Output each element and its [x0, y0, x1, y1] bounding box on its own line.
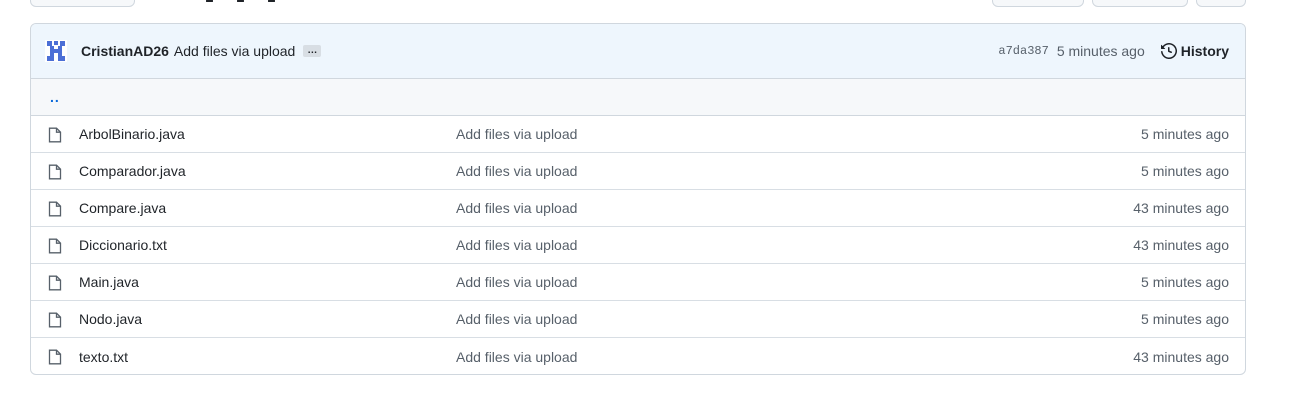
- file-commit-message-link[interactable]: Add files via upload: [456, 163, 577, 179]
- file-icon: [48, 164, 62, 180]
- branch-select-button[interactable]: [30, 0, 135, 7]
- history-icon: [1160, 43, 1177, 59]
- file-commit-time: 43 minutes ago: [1133, 348, 1229, 365]
- file-icon: [48, 238, 62, 254]
- file-commit-message-link[interactable]: Add files via upload: [456, 200, 577, 216]
- file-icon: [48, 349, 62, 365]
- file-commit-message-link[interactable]: Add files via upload: [456, 311, 577, 327]
- avatar[interactable]: [45, 40, 67, 62]
- file-browser: CristianAD26 Add files via upload … a7da…: [30, 23, 1246, 375]
- file-row[interactable]: Comparador.java Add files via upload 5 min…: [31, 153, 1245, 190]
- file-commit-time: 5 minutes ago: [1141, 126, 1229, 142]
- commit-sha-link[interactable]: a7da387: [998, 44, 1048, 58]
- parent-directory-row[interactable]: ..: [31, 79, 1245, 116]
- file-name-link[interactable]: ArbolBinario.java: [79, 126, 185, 142]
- identicon-icon: [45, 40, 67, 62]
- file-commit-message-link[interactable]: Add files via upload: [456, 126, 577, 142]
- file-icon: [48, 275, 62, 291]
- commit-message-link[interactable]: Add files via upload: [174, 43, 295, 59]
- file-row[interactable]: texto.txt Add files via upload 43 minutes …: [31, 338, 1245, 374]
- more-options-button[interactable]: [1196, 0, 1246, 7]
- file-commit-message-link[interactable]: Add files via upload: [456, 237, 577, 253]
- file-name-link[interactable]: Comparador.java: [79, 163, 186, 179]
- file-icon: [48, 201, 62, 217]
- file-row[interactable]: Compare.java Add files via upload 43 minut…: [31, 190, 1245, 227]
- expand-commit-button[interactable]: …: [303, 45, 322, 57]
- file-commit-time: 43 minutes ago: [1133, 237, 1229, 253]
- file-commit-time: 5 minutes ago: [1141, 163, 1229, 179]
- file-list: ArbolBinario.java Add files via upload 5 m…: [31, 116, 1245, 374]
- file-commit-message-link[interactable]: Add files via upload: [456, 349, 577, 365]
- commit-meta: a7da387 5 minutes ago History: [998, 43, 1229, 59]
- file-commit-time: 5 minutes ago: [1141, 311, 1229, 327]
- commit-author-link[interactable]: CristianAD26: [81, 43, 169, 59]
- file-name-link[interactable]: Main.java: [79, 274, 139, 290]
- file-icon: [48, 127, 62, 143]
- parent-directory-link[interactable]: ..: [50, 89, 60, 105]
- commit-time: 5 minutes ago: [1056, 43, 1145, 59]
- breadcrumb-fragment: [206, 0, 326, 2]
- file-row[interactable]: ArbolBinario.java Add files via upload 5 m…: [31, 116, 1245, 153]
- file-icon: [48, 312, 62, 328]
- file-commit-time: 43 minutes ago: [1133, 200, 1229, 216]
- file-commit-time: 5 minutes ago: [1141, 274, 1229, 290]
- file-name-link[interactable]: Compare.java: [79, 200, 166, 216]
- file-name-link[interactable]: Nodo.java: [79, 311, 142, 327]
- file-row[interactable]: Diccionario.txt Add files via upload 43 mi…: [31, 227, 1245, 264]
- add-file-button[interactable]: [1092, 0, 1188, 7]
- file-row[interactable]: Nodo.java Add files via upload 5 minutes a…: [31, 301, 1245, 338]
- file-name-link[interactable]: Diccionario.txt: [79, 237, 167, 253]
- file-name-link[interactable]: texto.txt: [79, 349, 128, 365]
- file-row[interactable]: Main.java Add files via upload 5 minutes a…: [31, 264, 1245, 301]
- latest-commit-bar: CristianAD26 Add files via upload … a7da…: [31, 24, 1245, 79]
- go-to-file-button[interactable]: [992, 0, 1084, 7]
- history-label: History: [1180, 43, 1229, 59]
- history-button[interactable]: History: [1160, 43, 1229, 59]
- file-commit-message-link[interactable]: Add files via upload: [456, 274, 577, 290]
